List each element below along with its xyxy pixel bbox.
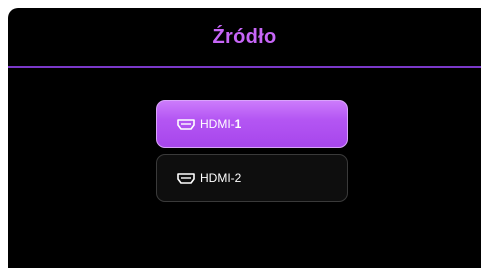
hdmi-port-icon — [177, 118, 195, 130]
source-option-hdmi-1[interactable]: HDMI- 1 — [156, 100, 348, 148]
source-label-number: 1 — [234, 117, 242, 131]
source-label-number: 2 — [234, 171, 242, 185]
source-label-prefix: HDMI- — [200, 117, 235, 131]
hdmi-port-icon — [177, 172, 195, 184]
source-label-prefix: HDMI- — [200, 171, 235, 185]
title-divider — [8, 66, 481, 68]
source-menu-panel: Źródło HDMI- 1 HDMI- 2 — [8, 8, 481, 268]
source-option-hdmi-2[interactable]: HDMI- 2 — [156, 154, 348, 202]
source-list: HDMI- 1 HDMI- 2 — [156, 100, 348, 208]
menu-title: Źródło — [212, 26, 277, 48]
